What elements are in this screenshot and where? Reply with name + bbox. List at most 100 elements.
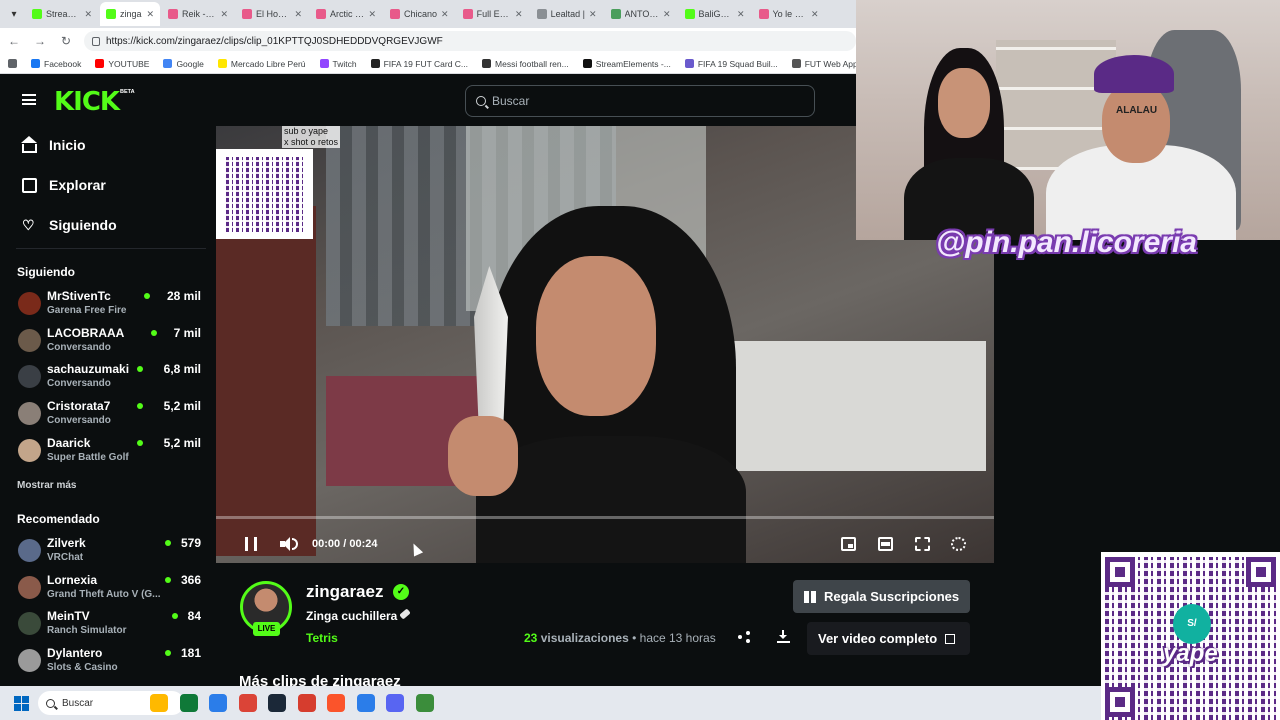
browser-tab[interactable]: Chicano ✕: [384, 2, 455, 26]
browser-tab[interactable]: Reik - Yo ✕: [162, 2, 234, 26]
search-placeholder: Buscar: [492, 94, 530, 108]
browser-tab[interactable]: Stream - K✕: [26, 2, 98, 26]
tab-close-icon[interactable]: ✕: [368, 9, 376, 20]
bookmark-item[interactable]: Facebook: [31, 59, 81, 69]
pause-icon[interactable]: [245, 537, 257, 551]
bookmark-item[interactable]: FIFA 19 FUT Card C...: [370, 59, 468, 69]
taskbar-app-icon[interactable]: [415, 694, 434, 712]
gift-subs-button[interactable]: Regala Suscripciones: [793, 580, 970, 613]
download-icon[interactable]: [777, 630, 790, 643]
tab-close-icon[interactable]: ✕: [220, 9, 228, 20]
tab-close-icon[interactable]: ✕: [441, 9, 449, 20]
tab-label: BaliGamin: [698, 9, 733, 19]
tab-close-icon[interactable]: ✕: [589, 9, 597, 20]
sidebar-channel[interactable]: Daarick Super Battle Golf 5,2 mil: [18, 435, 204, 467]
taskbar-app-icon[interactable]: [150, 694, 168, 712]
reload-icon[interactable]: ↻: [58, 34, 74, 48]
sidebar-channel[interactable]: MrStivenTc Garena Free Fire 28 mil: [18, 288, 204, 320]
live-indicator-icon: [137, 403, 143, 410]
tab-close-icon[interactable]: ✕: [146, 9, 154, 20]
tab-search-chevron-icon[interactable]: ▾: [4, 4, 24, 24]
browser-tab[interactable]: Arctic Mo ✕: [310, 2, 382, 26]
address-bar-row: ← → ↻ https://kick.com/zingaraez/clips/c…: [0, 28, 856, 54]
tab-label: Lealtad |: [550, 9, 585, 19]
tab-search-icon[interactable]: [8, 59, 17, 68]
tab-label: Stream - K: [46, 9, 81, 19]
taskbar-app-icon[interactable]: [238, 694, 257, 712]
seek-bar[interactable]: [216, 516, 994, 519]
url-field[interactable]: https://kick.com/zingaraez/clips/clip_01…: [84, 31, 856, 51]
back-icon[interactable]: ←: [6, 34, 22, 48]
tab-close-icon[interactable]: ✕: [515, 9, 523, 20]
tab-close-icon[interactable]: ✕: [84, 9, 92, 20]
bookmark-item[interactable]: Messi football ren...: [482, 59, 569, 69]
video-frame-bg: [216, 206, 316, 556]
sidebar-channel[interactable]: Dylantero Slots & Casino 181: [18, 645, 204, 677]
bookmark-item[interactable]: Twitch: [319, 59, 357, 69]
bookmark-item[interactable]: FUT Web App - EA...: [791, 59, 856, 69]
sidebar-channel[interactable]: LACOBRAAA Conversando 7 mil: [18, 325, 204, 357]
taskbar-app-icon[interactable]: [179, 694, 198, 712]
tab-close-icon[interactable]: ✕: [737, 9, 745, 20]
tab-list: Stream - K✕zinga✕Reik - Yo✕El House✕Arct…: [26, 2, 825, 26]
sidebar-item-explorar[interactable]: Explorar: [22, 177, 106, 193]
sidebar-channel[interactable]: Lornexia Grand Theft Auto V (G... 366: [18, 572, 204, 604]
theater-mode-icon[interactable]: [878, 537, 893, 551]
bookmark-item[interactable]: StreamElements -...: [582, 59, 671, 69]
tab-close-icon[interactable]: ✕: [663, 9, 671, 20]
taskbar-app-icon[interactable]: [209, 694, 227, 712]
channel-category: Slots & Casino: [47, 662, 118, 674]
sidebar-item-inicio[interactable]: Inicio: [21, 135, 86, 153]
video-qr-code: [216, 149, 313, 239]
avatar: [18, 365, 41, 389]
sidebar-channel[interactable]: sachauzumaki Conversando 6,8 mil: [18, 361, 204, 393]
share-icon[interactable]: [738, 631, 750, 643]
browser-tab[interactable]: Full Englis ✕: [457, 2, 529, 26]
settings-icon[interactable]: [951, 537, 966, 551]
browser-tab[interactable]: ANTONIO ✕: [605, 2, 677, 26]
browser-tab[interactable]: zinga ✕: [100, 2, 160, 26]
channel-name[interactable]: zingaraez: [306, 582, 383, 602]
taskbar-app-icon[interactable]: [327, 694, 345, 712]
browser-tab[interactable]: Lealtad | ✕: [531, 2, 603, 26]
instagram-tag: @pin.pan.licoreria: [936, 226, 1197, 259]
bookmark-item[interactable]: Google: [163, 58, 204, 69]
bookmark-label: Google: [176, 58, 204, 69]
kick-logo[interactable]: KICK: [54, 87, 120, 117]
search-input[interactable]: Buscar: [465, 85, 815, 117]
bookmark-favicon-icon: [370, 59, 380, 68]
viewer-count: 84: [187, 609, 201, 624]
taskbar-app-icon[interactable]: [268, 694, 286, 712]
taskbar-app-icon[interactable]: [297, 694, 316, 712]
sidebar-channel[interactable]: Cristorata7 Conversando 5,2 mil: [18, 398, 204, 430]
sidebar-item-siguiendo[interactable]: ♡ Siguiendo: [22, 217, 117, 233]
menu-icon[interactable]: [22, 94, 36, 105]
tab-close-icon[interactable]: ✕: [294, 9, 302, 20]
tab-label: zinga: [120, 9, 142, 19]
forward-icon[interactable]: →: [32, 34, 48, 48]
tab-close-icon[interactable]: ✕: [811, 9, 819, 20]
site-info-icon[interactable]: [92, 36, 100, 46]
bookmark-item[interactable]: FIFA 19 Squad Buil...: [684, 59, 778, 69]
avatar: [18, 438, 41, 462]
tab-label: Reik - Yo: [182, 9, 217, 19]
live-indicator-icon: [172, 613, 178, 620]
pip-icon[interactable]: [841, 537, 856, 551]
sidebar-channel[interactable]: MeinTV Ranch Simulator 84: [18, 608, 204, 640]
live-indicator-icon: [144, 293, 150, 299]
browser-tab[interactable]: BaliGamin ✕: [679, 2, 751, 26]
browser-tab[interactable]: El House ✕: [236, 2, 308, 26]
show-more-link[interactable]: Mostrar más: [17, 480, 76, 491]
bookmark-item[interactable]: Mercado Libre Perú: [217, 59, 306, 69]
bookmark-item[interactable]: YOUTUBE: [95, 59, 149, 69]
taskbar-app-icon[interactable]: [356, 694, 375, 712]
browser-tab[interactable]: Yo le Doy ✕: [753, 2, 825, 26]
category-link[interactable]: Tetris: [306, 631, 338, 645]
watch-full-video-button[interactable]: Ver video completo: [807, 622, 970, 655]
fullscreen-icon[interactable]: [915, 537, 930, 551]
channel-category: Garena Free Fire: [47, 305, 127, 316]
taskbar-app-icon[interactable]: [386, 694, 404, 712]
sidebar-channel[interactable]: Zilverk VRChat 579: [18, 535, 204, 567]
yape-qr-code: S/ yape: [1101, 552, 1280, 720]
windows-start-icon[interactable]: [14, 696, 29, 711]
